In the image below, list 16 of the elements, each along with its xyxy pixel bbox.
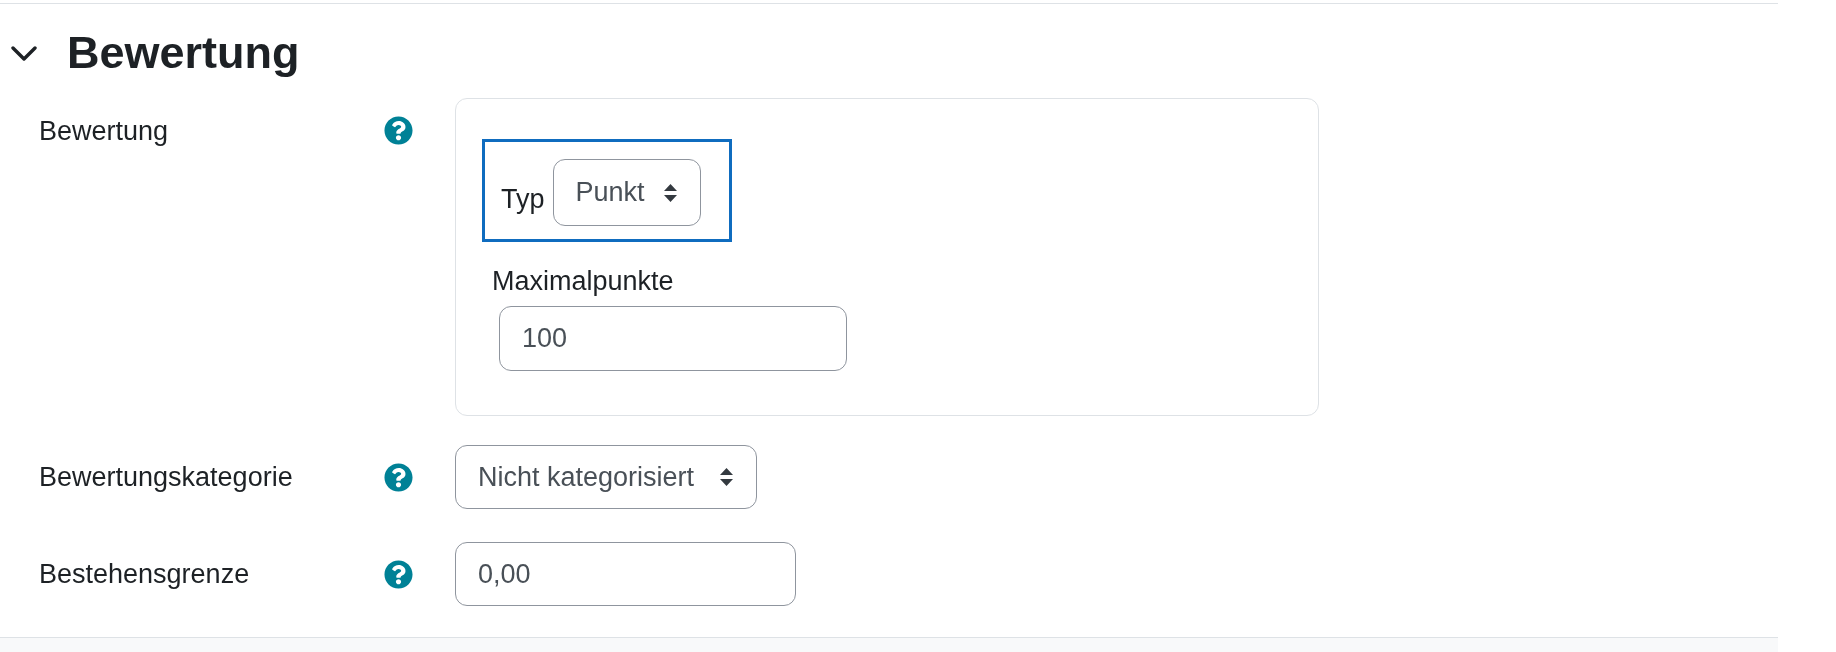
- help-icon[interactable]: [384, 116, 413, 145]
- text-input[interactable]: 0,00: [455, 542, 796, 606]
- up-down-arrows-icon: [662, 182, 678, 203]
- help-icon[interactable]: [384, 462, 413, 492]
- up-down-arrows-icon: [719, 467, 734, 487]
- chevron-down-icon[interactable]: [11, 45, 37, 61]
- help-icon[interactable]: [384, 559, 413, 589]
- field-label: Bewertung: [39, 115, 170, 147]
- dropdown-select[interactable]: Punkt: [552, 159, 701, 226]
- field-label: Maximalpunkte: [492, 265, 674, 297]
- section-heading: Bewertung: [67, 26, 300, 80]
- text-input[interactable]: 100: [499, 306, 847, 371]
- field-label: Bewertungskategorie: [39, 461, 294, 493]
- field-label: Bestehensgrenze: [39, 558, 251, 590]
- dropdown-select[interactable]: Nicht kategorisiert: [455, 445, 757, 509]
- field-label: Typ: [501, 183, 545, 215]
